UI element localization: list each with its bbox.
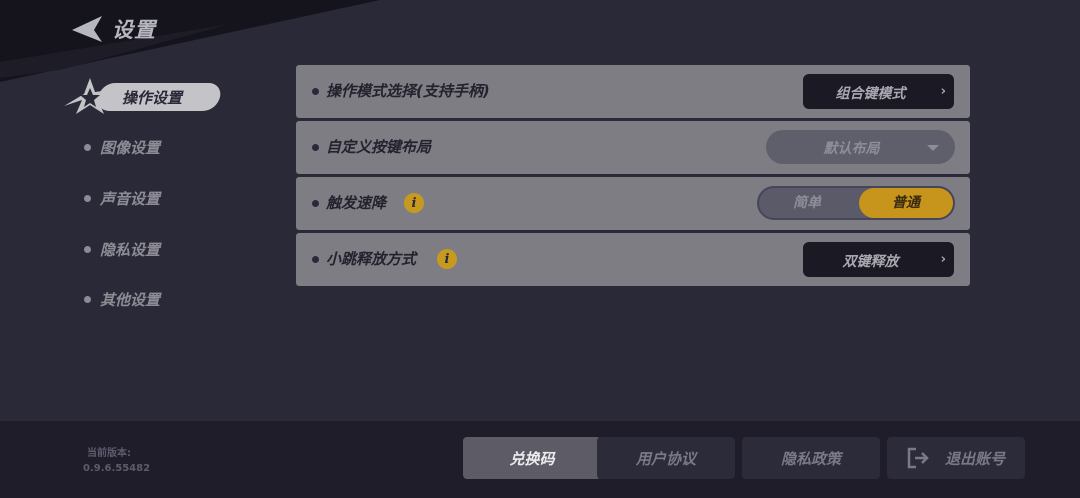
bullet-dot (312, 88, 319, 95)
bullet-dot (84, 245, 91, 253)
star-icon (64, 78, 110, 114)
caret-down-icon (927, 145, 939, 151)
bullet-dot (84, 194, 91, 202)
toggle-option-simple[interactable]: 简单 (759, 188, 855, 218)
dropdown-value: 默认布局 (823, 141, 880, 157)
page-title: 设置 (112, 18, 156, 42)
privacy-policy-button[interactable]: 隐私政策 (742, 437, 880, 479)
bullet-dot (84, 143, 91, 151)
setting-label: 触发速降 (326, 194, 387, 212)
sidebar-item-label: 其他设置 (100, 290, 161, 309)
bullet-dot (312, 256, 319, 263)
fast-drop-toggle: 简单 普通 (757, 186, 955, 220)
version-value: 0.9.6.55482 (83, 463, 151, 474)
sidebar-item-label: 隐私设置 (100, 240, 161, 259)
toggle-option-normal[interactable]: 普通 (859, 188, 953, 218)
sidebar-item-audio[interactable]: 声音设置 (84, 186, 160, 210)
logout-button[interactable]: 退出账号 (887, 437, 1025, 479)
user-agreement-button[interactable]: 用户协议 (597, 437, 735, 479)
control-mode-button[interactable]: 组合键模式 › (803, 74, 954, 109)
bullet-dot (312, 144, 319, 151)
setting-label: 自定义按键布局 (326, 138, 432, 156)
key-layout-dropdown[interactable]: 默认布局 (766, 130, 955, 164)
sidebar-item-privacy[interactable]: 隐私设置 (84, 237, 160, 261)
button-label: 双键释放 (842, 254, 899, 270)
button-label: 隐私政策 (780, 450, 841, 468)
sidebar-item-other[interactable]: 其他设置 (84, 287, 160, 311)
short-jump-button[interactable]: 双键释放 › (803, 242, 954, 277)
back-arrow-icon[interactable] (70, 14, 106, 44)
bullet-dot (312, 200, 319, 207)
button-label: 用户协议 (635, 450, 696, 468)
bullet-dot (84, 295, 91, 303)
sidebar-item-graphics[interactable]: 图像设置 (84, 135, 160, 159)
chevron-right-icon: › (940, 252, 946, 267)
chevron-right-icon: › (940, 84, 946, 99)
setting-label: 操作模式选择(支持手柄) (326, 82, 490, 100)
sidebar-item-label: 声音设置 (100, 189, 161, 208)
info-icon[interactable]: i (404, 193, 424, 213)
sidebar-item-controls[interactable]: 操作设置 (60, 76, 223, 116)
setting-row-key-layout: 自定义按键布局 默认布局 (296, 121, 970, 174)
button-label: 组合键模式 (835, 86, 906, 102)
setting-row-control-mode: 操作模式选择(支持手柄) 组合键模式 › (296, 65, 970, 118)
setting-row-fast-drop: 触发速降 i 简单 普通 (296, 177, 970, 230)
sidebar-item-label: 操作设置 (122, 89, 183, 107)
button-label: 退出账号 (944, 450, 1005, 468)
button-label: 兑换码 (509, 450, 555, 468)
setting-label: 小跳释放方式 (326, 250, 417, 268)
setting-row-short-jump: 小跳释放方式 i 双键释放 › (296, 233, 970, 286)
version-label: 当前版本: (87, 448, 131, 459)
redeem-code-button[interactable]: 兑换码 (463, 437, 601, 479)
sidebar-item-label: 图像设置 (100, 138, 161, 157)
info-icon[interactable]: i (437, 249, 457, 269)
